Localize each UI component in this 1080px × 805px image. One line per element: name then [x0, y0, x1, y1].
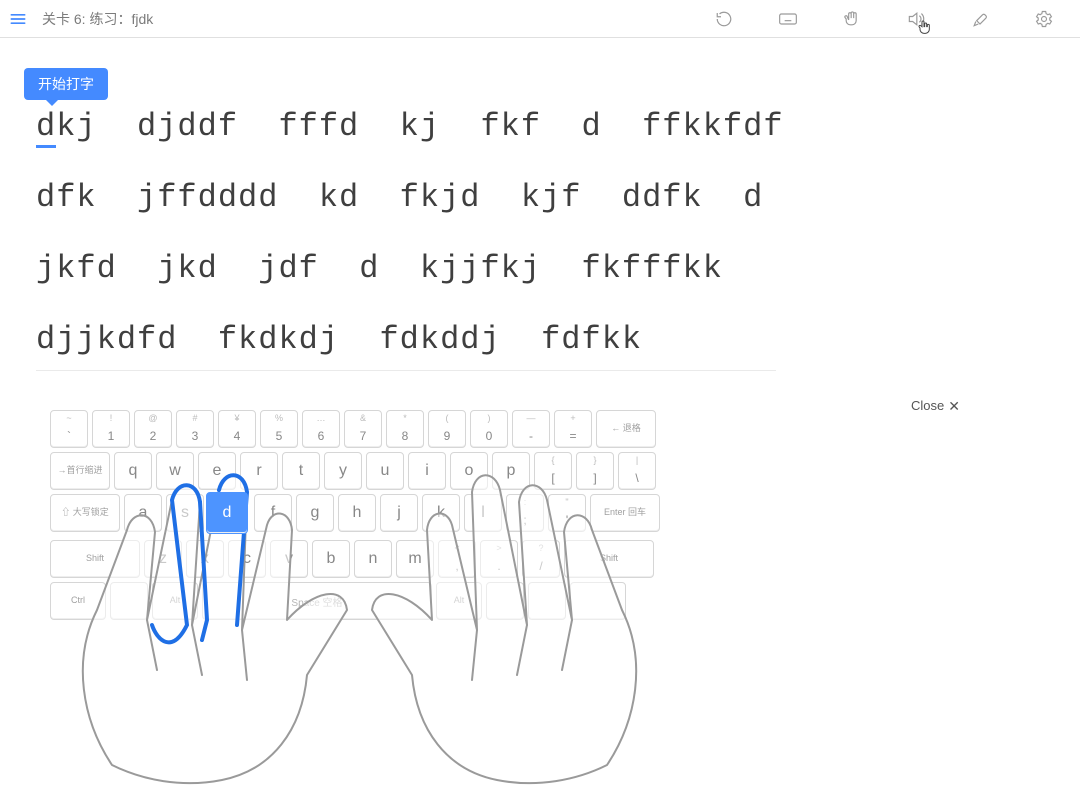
- key-8[interactable]: *8: [386, 410, 424, 448]
- keyboard-row-4: Shiftzxcvbnm<,>.?/Shift: [50, 540, 660, 578]
- key-5[interactable]: %5: [260, 410, 298, 448]
- level-title: 关卡 6: 练习：fjdk: [42, 9, 153, 29]
- key-punct-1[interactable]: "': [548, 494, 586, 532]
- key-t[interactable]: t: [282, 452, 320, 490]
- key-punct2-0[interactable]: <,: [438, 540, 476, 578]
- close-keyboard-button[interactable]: Close ✕: [911, 398, 960, 413]
- key-3[interactable]: #3: [176, 410, 214, 448]
- sound-icon[interactable]: [906, 9, 926, 29]
- key-q[interactable]: q: [114, 452, 152, 490]
- key--[interactable]: —-: [512, 410, 550, 448]
- key-ctrl-right[interactable]: [570, 582, 626, 620]
- key-blank-3[interactable]: [528, 582, 566, 620]
- level-name: fjdk: [131, 11, 153, 27]
- key-bracket-1[interactable]: }]: [576, 452, 614, 490]
- key-v[interactable]: v: [270, 540, 308, 578]
- key-b[interactable]: b: [312, 540, 350, 578]
- key-2[interactable]: @2: [134, 410, 172, 448]
- key-j[interactable]: j: [380, 494, 418, 532]
- key-f[interactable]: f: [254, 494, 292, 532]
- settings-icon[interactable]: [1034, 9, 1054, 29]
- top-bar-actions: [714, 9, 1072, 29]
- virtual-keyboard: ~`!1@2#3¥4%5…6&7*8(9)0—-+=← 退格 →首行缩进qwer…: [50, 410, 660, 624]
- key-7[interactable]: &7: [344, 410, 382, 448]
- key-shift-right[interactable]: Shift: [564, 540, 654, 578]
- key-s[interactable]: s: [166, 494, 204, 532]
- key-w[interactable]: w: [156, 452, 194, 490]
- key-tab[interactable]: →首行缩进: [50, 452, 110, 490]
- key-punct2-2[interactable]: ?/: [522, 540, 560, 578]
- top-bar-left: 关卡 6: 练习：fjdk: [8, 9, 153, 29]
- key-c[interactable]: c: [228, 540, 266, 578]
- theme-icon[interactable]: [970, 9, 990, 29]
- key-o[interactable]: o: [450, 452, 488, 490]
- text-line: jkfd jkd jdf d kjjfkj fkfffkk: [36, 250, 776, 287]
- key-n[interactable]: n: [354, 540, 392, 578]
- key-capslock[interactable]: ⇧ 大写锁定: [50, 494, 120, 532]
- key-z[interactable]: z: [144, 540, 182, 578]
- key-enter[interactable]: Enter 回车: [590, 494, 660, 532]
- key-i[interactable]: i: [408, 452, 446, 490]
- text-line: djjkdfd fkdkdj fdkddj fdfkk: [36, 321, 776, 358]
- key-backspace[interactable]: ← 退格: [596, 410, 656, 448]
- top-bar: 关卡 6: 练习：fjdk: [0, 0, 1080, 38]
- close-icon: ✕: [948, 399, 960, 413]
- text-cursor-char: d: [36, 108, 56, 148]
- text-line: dfk jffdddd kd fkjd kjf ddfk d: [36, 179, 776, 216]
- key-d[interactable]: d: [206, 492, 248, 534]
- key-punct2-1[interactable]: >.: [480, 540, 518, 578]
- key-k[interactable]: k: [422, 494, 460, 532]
- key-alt-right[interactable]: Alt: [436, 582, 482, 620]
- start-typing-tooltip: 开始打字: [24, 68, 108, 100]
- key-a[interactable]: a: [124, 494, 162, 532]
- key-punct-0[interactable]: :;: [506, 494, 544, 532]
- key-1[interactable]: !1: [92, 410, 130, 448]
- key-space[interactable]: Space 空格: [202, 582, 432, 620]
- key-y[interactable]: y: [324, 452, 362, 490]
- key-g[interactable]: g: [296, 494, 334, 532]
- key-blank-1[interactable]: [110, 582, 148, 620]
- key-4[interactable]: ¥4: [218, 410, 256, 448]
- keyboard-row-3: ⇧ 大写锁定asdfghjkl:;"'Enter 回车: [50, 494, 660, 536]
- text-line: dkj djddf fffd kj fkf d ffkkfdf: [36, 108, 776, 145]
- tooltip-label: 开始打字: [38, 76, 94, 92]
- keyboard-icon[interactable]: [778, 9, 798, 29]
- key-`[interactable]: ~`: [50, 410, 88, 448]
- key-e[interactable]: e: [198, 452, 236, 490]
- key-u[interactable]: u: [366, 452, 404, 490]
- key-bracket-2[interactable]: |\: [618, 452, 656, 490]
- key-h[interactable]: h: [338, 494, 376, 532]
- key-x[interactable]: x: [186, 540, 224, 578]
- key-m[interactable]: m: [396, 540, 434, 578]
- menu-icon[interactable]: [8, 9, 28, 29]
- key-alt-left[interactable]: Alt: [152, 582, 198, 620]
- restart-icon[interactable]: [714, 9, 734, 29]
- key-ctrl-left[interactable]: Ctrl: [50, 582, 106, 620]
- key-6[interactable]: …6: [302, 410, 340, 448]
- keyboard-row-5: Ctrl AltSpace 空格Alt: [50, 582, 660, 620]
- key-blank-2[interactable]: [486, 582, 524, 620]
- keyboard-row-2: →首行缩进qwertyuiop{[}]|\: [50, 452, 660, 490]
- level-prefix: 关卡 6: 练习：: [42, 11, 131, 27]
- practice-text[interactable]: dkj djddf fffd kj fkf d ffkkfdf dfk jffd…: [36, 108, 776, 371]
- key-l[interactable]: l: [464, 494, 502, 532]
- key-0[interactable]: )0: [470, 410, 508, 448]
- keyboard-row-1: ~`!1@2#3¥4%5…6&7*8(9)0—-+=← 退格: [50, 410, 660, 448]
- hand-icon[interactable]: [842, 9, 862, 29]
- key-shift-left[interactable]: Shift: [50, 540, 140, 578]
- text-line-rest: kj djddf fffd kj fkf d ffkkfdf: [56, 108, 783, 145]
- close-label: Close: [911, 398, 944, 413]
- key-r[interactable]: r: [240, 452, 278, 490]
- key-=[interactable]: +=: [554, 410, 592, 448]
- key-9[interactable]: (9: [428, 410, 466, 448]
- key-p[interactable]: p: [492, 452, 530, 490]
- key-bracket-0[interactable]: {[: [534, 452, 572, 490]
